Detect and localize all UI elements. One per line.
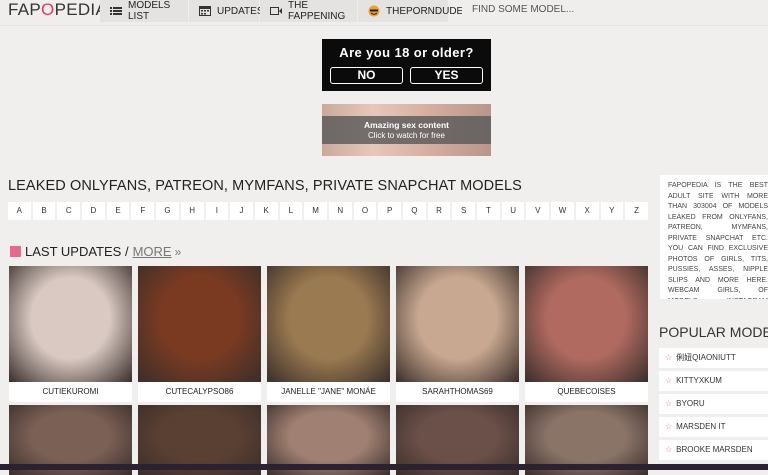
ad-caption: Amazing sex content Click to watch for f… bbox=[322, 116, 491, 144]
letter-d[interactable]: D bbox=[82, 202, 105, 220]
popular-model-name[interactable]: 俐妞QIAONIUTT bbox=[676, 353, 736, 362]
model-thumbnail[interactable] bbox=[396, 266, 519, 382]
nav-the-fappening[interactable]: THE FAPPENING bbox=[260, 0, 357, 22]
browser-bottom-edge bbox=[0, 464, 768, 470]
popular-model-name[interactable]: KITTYXKUM bbox=[676, 376, 722, 385]
letter-v[interactable]: V bbox=[526, 202, 550, 220]
model-card[interactable]: CUTECALYPSO86 bbox=[138, 266, 261, 402]
age-no-button[interactable]: NO bbox=[330, 67, 403, 84]
popular-model-item[interactable]: ☆ 俐妞QIAONIUTT bbox=[659, 348, 768, 368]
site-description: FAPOPEDIA IS THE BEST ADULT SITE WITH MO… bbox=[660, 175, 768, 299]
calendar-icon bbox=[199, 6, 211, 16]
last-updates-header: LAST UPDATES / MORE » bbox=[10, 244, 181, 259]
alphabet-filter: A B C D E F G H I J K L M N O P Q R S T … bbox=[8, 202, 648, 220]
star-icon: ☆ bbox=[665, 376, 673, 385]
popular-model-name[interactable]: BROOKE MARSDEN bbox=[676, 445, 752, 454]
letter-c[interactable]: C bbox=[57, 202, 81, 220]
popular-model-item[interactable]: ☆ BROOKE MARSDEN bbox=[659, 440, 768, 460]
letter-w[interactable]: W bbox=[551, 202, 574, 220]
ad-banner[interactable]: Amazing sex content Click to watch for f… bbox=[322, 104, 491, 156]
letter-y[interactable]: Y bbox=[600, 202, 624, 220]
page-title: LEAKED ONLYFANS, PATREON, MYMFANS, PRIVA… bbox=[8, 178, 522, 194]
letter-f[interactable]: F bbox=[131, 202, 155, 220]
search-input[interactable]: FIND SOME MODEL... bbox=[462, 0, 768, 22]
top-bar: FAPOPEDIA MODELS LIST UPDATES THE FAPPEN… bbox=[0, 0, 768, 25]
star-icon: ☆ bbox=[665, 422, 673, 431]
nav-models-list[interactable]: MODELS LIST bbox=[100, 0, 188, 22]
ad-line1: Amazing sex content bbox=[363, 120, 450, 130]
model-thumbnail[interactable] bbox=[138, 266, 261, 382]
model-thumbnail[interactable] bbox=[267, 266, 390, 382]
letter-r[interactable]: R bbox=[427, 202, 451, 220]
letter-t[interactable]: T bbox=[477, 202, 500, 220]
dude-icon bbox=[368, 5, 380, 17]
nav-theporndude[interactable]: THEPORNDUDE bbox=[358, 0, 463, 22]
letter-g[interactable]: G bbox=[156, 202, 179, 220]
letter-e[interactable]: E bbox=[106, 202, 130, 220]
age-question: Are you 18 or older? bbox=[339, 45, 474, 60]
ad-line2: Click to watch for free bbox=[368, 131, 445, 140]
model-thumbnail[interactable] bbox=[9, 266, 132, 382]
model-name[interactable]: SARAHTHOMAS69 bbox=[396, 382, 519, 402]
nav-label: MODELS LIST bbox=[128, 0, 171, 22]
star-icon: ☆ bbox=[665, 399, 673, 408]
model-card[interactable]: CUTIEKUROMI bbox=[9, 266, 132, 402]
popular-model-item[interactable]: ☆ KITTYXKUM bbox=[659, 371, 768, 391]
last-updates-title: LAST UPDATES / bbox=[25, 244, 129, 259]
nav-updates[interactable]: UPDATES bbox=[189, 0, 264, 22]
letter-b[interactable]: B bbox=[32, 202, 56, 220]
video-icon bbox=[270, 6, 282, 16]
model-name[interactable]: QUEBECOISES bbox=[525, 382, 648, 402]
model-name[interactable]: CUTECALYPSO86 bbox=[138, 382, 261, 402]
letter-h[interactable]: H bbox=[180, 202, 204, 220]
age-yes-button[interactable]: YES bbox=[410, 67, 483, 84]
popular-models-title: POPULAR MODELS bbox=[659, 324, 768, 340]
star-icon: ☆ bbox=[665, 353, 673, 362]
letter-o[interactable]: O bbox=[353, 202, 377, 220]
model-card[interactable]: SARAHTHOMAS69 bbox=[396, 266, 519, 402]
divider bbox=[0, 25, 768, 26]
letter-q[interactable]: Q bbox=[403, 202, 426, 220]
letter-j[interactable]: J bbox=[230, 202, 253, 220]
letter-z[interactable]: Z bbox=[625, 202, 648, 220]
list-icon bbox=[110, 6, 122, 16]
letter-p[interactable]: P bbox=[378, 202, 401, 220]
letter-a[interactable]: A bbox=[8, 202, 31, 220]
nav-label: THEPORNDUDE bbox=[386, 5, 464, 17]
letter-n[interactable]: N bbox=[328, 202, 352, 220]
popular-model-name[interactable]: MARSDEN IT bbox=[676, 422, 725, 431]
site-logo[interactable]: FAPOPEDIA bbox=[8, 0, 107, 22]
star-icon: ☆ bbox=[665, 445, 673, 454]
calendar-icon bbox=[10, 246, 21, 257]
letter-x[interactable]: X bbox=[575, 202, 599, 220]
nav-label: THE FAPPENING bbox=[288, 0, 346, 22]
popular-model-item[interactable]: ☆ BYORU bbox=[659, 394, 768, 414]
model-card[interactable]: JANELLE "JANE" MONÁE bbox=[267, 266, 390, 402]
chevron-right-icon[interactable]: » bbox=[175, 245, 182, 259]
model-thumbnail[interactable] bbox=[525, 266, 648, 382]
model-name[interactable]: JANELLE "JANE" MONÁE bbox=[267, 382, 390, 402]
model-card[interactable]: QUEBECOISES bbox=[525, 266, 648, 402]
popular-model-name[interactable]: BYORU bbox=[676, 399, 704, 408]
letter-s[interactable]: S bbox=[452, 202, 476, 220]
model-name[interactable]: CUTIEKUROMI bbox=[9, 382, 132, 402]
popular-model-item[interactable]: ☆ MARSDEN IT bbox=[659, 417, 768, 437]
letter-u[interactable]: U bbox=[501, 202, 525, 220]
age-verification-box: Are you 18 or older? NO YES bbox=[322, 39, 491, 91]
letter-l[interactable]: L bbox=[279, 202, 303, 220]
more-link[interactable]: MORE bbox=[133, 244, 172, 259]
letter-i[interactable]: I bbox=[205, 202, 229, 220]
letter-m[interactable]: M bbox=[304, 202, 327, 220]
letter-k[interactable]: K bbox=[254, 202, 278, 220]
